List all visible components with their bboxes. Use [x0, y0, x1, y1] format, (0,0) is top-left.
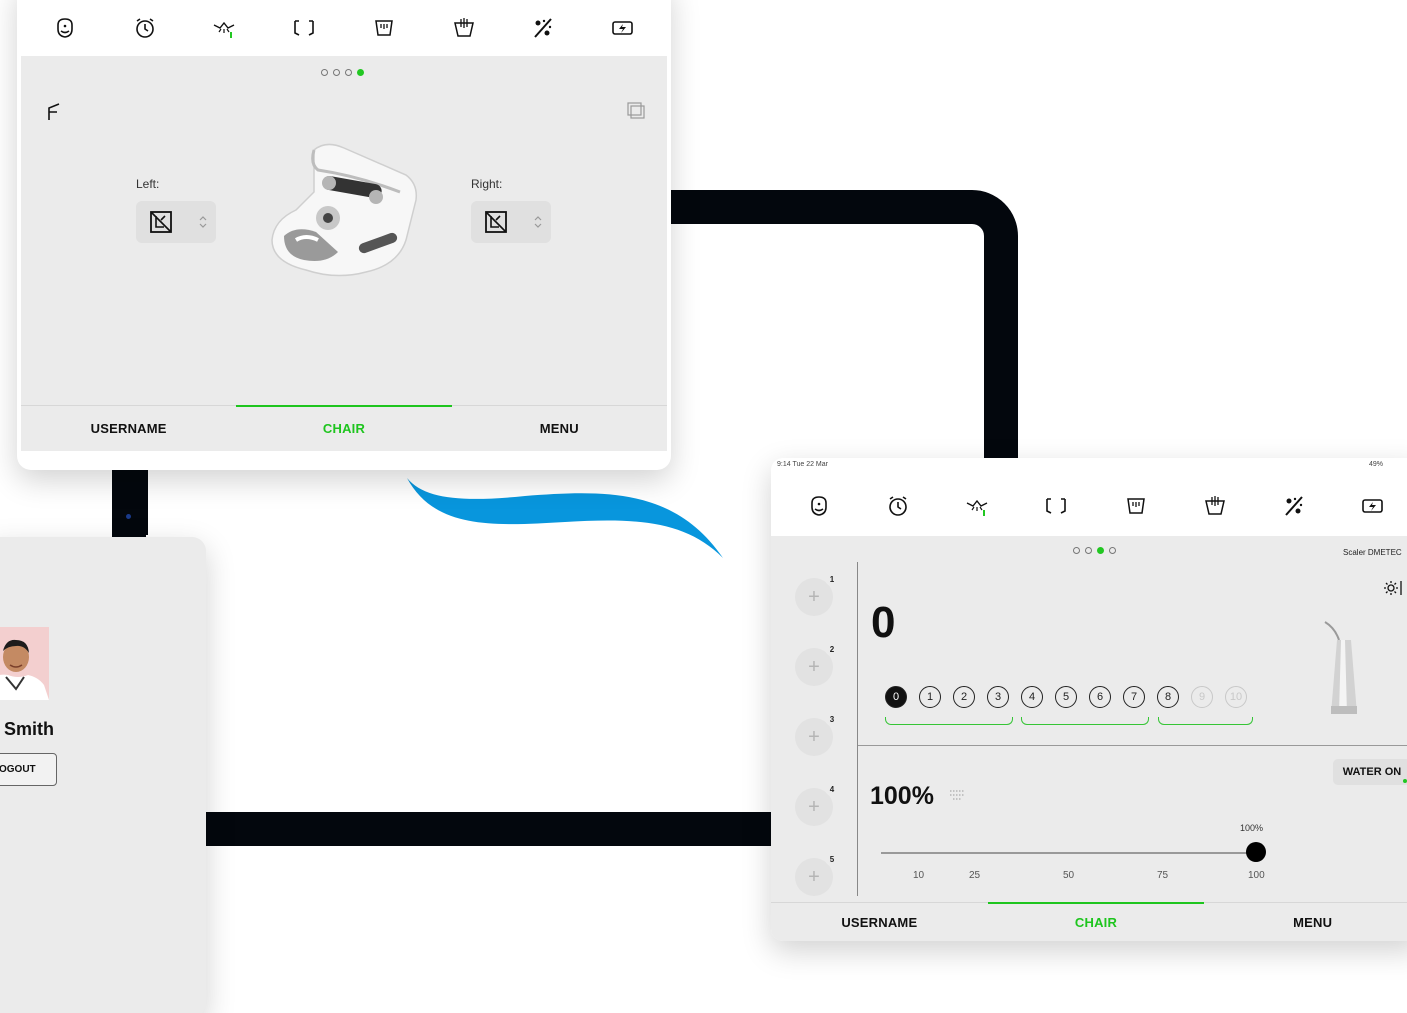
light-settings-icon[interactable]	[1383, 578, 1405, 598]
tab-username[interactable]: USERNAME	[21, 406, 236, 451]
level-option[interactable]: 0	[885, 686, 907, 708]
divider	[858, 745, 1407, 746]
right-selector-label: Right:	[471, 177, 503, 191]
water-drops-icon	[950, 790, 964, 800]
level-option[interactable]: 3	[987, 686, 1009, 708]
scaler-panel: 9:14 Tue 22 Mar 49% +1 +2 +3 +4 +5 Scale…	[771, 458, 1407, 941]
user-panel: r Smith OGOUT	[0, 537, 206, 1013]
cleaning-icon[interactable]	[366, 10, 402, 46]
tab-username[interactable]: USERNAME	[771, 903, 988, 941]
battery-icon[interactable]	[1355, 488, 1391, 524]
level-option[interactable]: 8	[1157, 686, 1179, 708]
tab-chair[interactable]: CHAIR	[987, 902, 1205, 941]
device-frame-side	[112, 465, 148, 535]
chevron-updown-icon	[534, 216, 542, 228]
device-camera-dot	[126, 514, 131, 519]
preset-button[interactable]: +2	[795, 642, 839, 686]
tab-menu[interactable]: MENU	[1204, 903, 1407, 941]
status-bar: 9:14 Tue 22 Mar 49%	[771, 458, 1407, 472]
level-option[interactable]: 5	[1055, 686, 1077, 708]
logout-button[interactable]: OGOUT	[0, 753, 57, 786]
page-indicator[interactable]	[321, 69, 364, 76]
basin-icon[interactable]	[1197, 488, 1233, 524]
spray-icon[interactable]	[525, 10, 561, 46]
scaler-handpiece-image	[1324, 621, 1357, 714]
light-icon[interactable]	[959, 488, 995, 524]
bottom-tabbar: USERNAME CHAIR MENU	[21, 405, 667, 451]
face-icon[interactable]	[47, 10, 83, 46]
blue-swoosh-decoration	[407, 478, 723, 558]
slider-value-label: 100%	[1240, 823, 1264, 833]
water-slider-thumb[interactable]	[1246, 842, 1266, 862]
spray-icon[interactable]	[1276, 488, 1312, 524]
level-range-bracket	[1158, 717, 1253, 725]
chair-up-icon[interactable]	[45, 100, 63, 122]
avatar	[0, 627, 49, 700]
level-option[interactable]: 10	[1225, 686, 1247, 708]
cleaning-icon[interactable]	[1118, 488, 1154, 524]
tab-menu[interactable]: MENU	[452, 406, 667, 451]
slider-tick-label: 10	[913, 870, 925, 881]
water-on-button[interactable]: WATER ON	[1333, 759, 1407, 785]
level-option[interactable]: 2	[953, 686, 975, 708]
timer-icon[interactable]	[880, 488, 916, 524]
instrument-name: Scaler DMETEC	[1343, 548, 1402, 557]
preset-column: +1 +2 +3 +4 +5	[771, 536, 857, 902]
level-range-bracket	[1021, 717, 1149, 725]
pedal-function-icon	[485, 211, 507, 233]
left-selector-label: Left:	[136, 177, 160, 191]
user-photo	[0, 627, 49, 700]
timer-icon[interactable]	[127, 10, 163, 46]
water-status-led	[1403, 779, 1407, 783]
top-toolbar	[17, 0, 671, 56]
water-slider-track[interactable]	[881, 852, 1257, 854]
water-percent-value: 100%	[870, 782, 934, 810]
basin-icon[interactable]	[446, 10, 482, 46]
scan-icon[interactable]	[286, 10, 322, 46]
user-name: r Smith	[0, 719, 55, 739]
left-pedal-select[interactable]	[136, 201, 216, 243]
light-icon[interactable]	[206, 10, 242, 46]
right-pedal-select[interactable]	[471, 201, 551, 243]
preset-button[interactable]: +1	[795, 572, 839, 616]
bottom-tabbar: USERNAME CHAIR MENU	[771, 902, 1407, 941]
level-option[interactable]: 1	[919, 686, 941, 708]
documents-icon[interactable]	[625, 98, 647, 120]
top-toolbar	[771, 476, 1407, 536]
chevron-updown-icon	[199, 216, 207, 228]
preset-button[interactable]: +3	[795, 712, 839, 756]
slider-tick-label: 50	[1063, 870, 1075, 881]
divider	[857, 562, 858, 896]
level-range-bracket	[885, 717, 1013, 725]
level-option[interactable]: 4	[1021, 686, 1043, 708]
face-icon[interactable]	[801, 488, 837, 524]
level-option[interactable]: 7	[1123, 686, 1145, 708]
foot-controller-image	[271, 143, 418, 277]
page-indicator[interactable]	[1073, 547, 1116, 554]
slider-tick-label: 100	[1248, 870, 1265, 881]
scan-icon[interactable]	[1038, 488, 1074, 524]
level-option[interactable]: 9	[1191, 686, 1213, 708]
slider-tick-label: 75	[1157, 870, 1169, 881]
power-level-value: 0	[871, 598, 896, 647]
slider-tick-label: 25	[969, 870, 981, 881]
scaler-content-area: +1 +2 +3 +4 +5 Scaler DMETEC 0 0 1 2 3 4…	[771, 536, 1407, 902]
battery-icon[interactable]	[605, 10, 641, 46]
status-time: 9:14 Tue 22 Mar	[777, 461, 828, 468]
chair-content-area: Left: Right:	[21, 56, 667, 405]
level-option[interactable]: 6	[1089, 686, 1111, 708]
preset-button[interactable]: +5	[795, 852, 839, 896]
chair-panel: Left: Right: USERNAME CHAIR MENU	[17, 0, 671, 470]
status-battery: 49%	[1369, 461, 1384, 468]
preset-button[interactable]: +4	[795, 782, 839, 826]
power-level-selector: 0 1 2 3 4 5 6 7 8 9 10	[885, 686, 1247, 708]
pedal-function-icon	[150, 211, 172, 233]
tab-chair[interactable]: CHAIR	[236, 405, 452, 451]
